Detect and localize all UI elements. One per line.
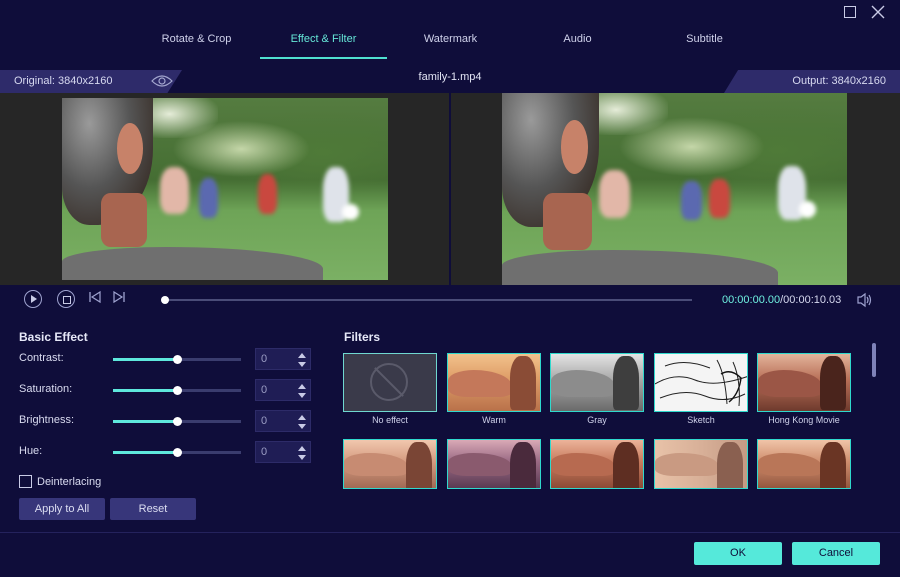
filter-thumbnail[interactable] <box>757 439 851 489</box>
deinterlacing-checkbox[interactable] <box>19 475 32 488</box>
saturation-slider-knob[interactable] <box>173 386 182 395</box>
stop-icon[interactable] <box>57 290 75 308</box>
brightness-slider[interactable] <box>113 417 241 426</box>
seek-bar[interactable] <box>161 296 692 304</box>
original-preview <box>62 98 388 280</box>
filters-title: Filters <box>344 330 381 344</box>
maximize-icon[interactable] <box>842 4 858 20</box>
filter-label: Sketch <box>687 415 715 425</box>
brightness-label: Brightness: <box>19 414 75 426</box>
contrast-label: Contrast: <box>19 352 64 364</box>
filter-label: Warm <box>482 415 506 425</box>
filter-thumbnail[interactable] <box>447 439 541 489</box>
filter-thumbnail[interactable] <box>550 439 644 489</box>
next-frame-icon[interactable] <box>112 290 130 308</box>
footer-divider <box>0 532 900 533</box>
tab-audio[interactable]: Audio <box>514 26 641 60</box>
filter-label: Gray <box>587 415 607 425</box>
basic-effect-title: Basic Effect <box>19 330 88 344</box>
filter-label: Hong Kong Movie <box>768 415 840 425</box>
time-display: 00:00:00.00/00:00:10.03 <box>722 294 841 306</box>
filter-gray[interactable] <box>550 353 644 412</box>
contrast-slider-knob[interactable] <box>173 355 182 364</box>
no-effect-icon <box>370 363 408 401</box>
saturation-input[interactable]: 0 <box>255 379 311 401</box>
saturation-label: Saturation: <box>19 383 73 395</box>
tab-rotate-crop[interactable]: Rotate & Crop <box>133 26 260 60</box>
contrast-row: Contrast: 0 <box>19 348 319 370</box>
hue-row: Hue: 0 <box>19 441 319 463</box>
contrast-up-icon[interactable] <box>298 353 306 358</box>
current-time: 00:00:00.00 <box>722 294 781 306</box>
contrast-down-icon[interactable] <box>298 362 306 367</box>
preview-divider <box>449 93 451 285</box>
preview-area <box>0 93 900 285</box>
tab-watermark[interactable]: Watermark <box>387 26 514 60</box>
filter-no-effect[interactable] <box>343 353 437 412</box>
saturation-down-icon[interactable] <box>298 393 306 398</box>
filter-sketch[interactable] <box>654 353 748 412</box>
volume-icon[interactable] <box>856 292 874 308</box>
output-resolution: Output: 3840x2160 <box>792 75 886 87</box>
play-icon[interactable] <box>24 290 42 308</box>
brightness-down-icon[interactable] <box>298 424 306 429</box>
brightness-up-icon[interactable] <box>298 415 306 420</box>
brightness-slider-knob[interactable] <box>173 417 182 426</box>
saturation-up-icon[interactable] <box>298 384 306 389</box>
filters-scrollbar[interactable] <box>872 343 876 377</box>
total-time: /00:00:10.03 <box>780 294 842 306</box>
reset-button[interactable]: Reset <box>110 498 196 520</box>
tab-effect-filter[interactable]: Effect & Filter <box>260 26 387 60</box>
hue-label: Hue: <box>19 445 43 457</box>
brightness-row: Brightness: 0 <box>19 410 319 432</box>
saturation-row: Saturation: 0 <box>19 379 319 401</box>
filter-thumbnail[interactable] <box>654 439 748 489</box>
hue-slider-knob[interactable] <box>173 448 182 457</box>
previous-frame-icon[interactable] <box>88 290 106 308</box>
filter-thumbnail[interactable] <box>343 439 437 489</box>
ok-button[interactable]: OK <box>694 542 782 565</box>
player-controls: 00:00:00.00/00:00:10.03 <box>0 286 900 314</box>
cancel-button[interactable]: Cancel <box>792 542 880 565</box>
hue-down-icon[interactable] <box>298 455 306 460</box>
tab-bar: Rotate & Crop Effect & Filter Watermark … <box>133 26 768 60</box>
hue-up-icon[interactable] <box>298 446 306 451</box>
hue-slider[interactable] <box>113 448 241 457</box>
title-bar <box>0 0 900 26</box>
info-bar: Original: 3840x2160 family-1.mp4 Output:… <box>0 70 900 93</box>
filter-label: No effect <box>372 415 408 425</box>
saturation-slider[interactable] <box>113 386 241 395</box>
contrast-slider[interactable] <box>113 355 241 364</box>
tab-subtitle[interactable]: Subtitle <box>641 26 768 60</box>
deinterlacing-label: Deinterlacing <box>37 476 102 488</box>
hue-input[interactable]: 0 <box>255 441 311 463</box>
brightness-input[interactable]: 0 <box>255 410 311 432</box>
close-icon[interactable] <box>870 4 886 20</box>
filter-hong-kong-movie[interactable] <box>757 353 851 412</box>
filter-warm[interactable] <box>447 353 541 412</box>
contrast-input[interactable]: 0 <box>255 348 311 370</box>
seek-knob[interactable] <box>161 296 169 304</box>
apply-to-all-button[interactable]: Apply to All <box>19 498 105 520</box>
output-preview <box>502 93 847 285</box>
